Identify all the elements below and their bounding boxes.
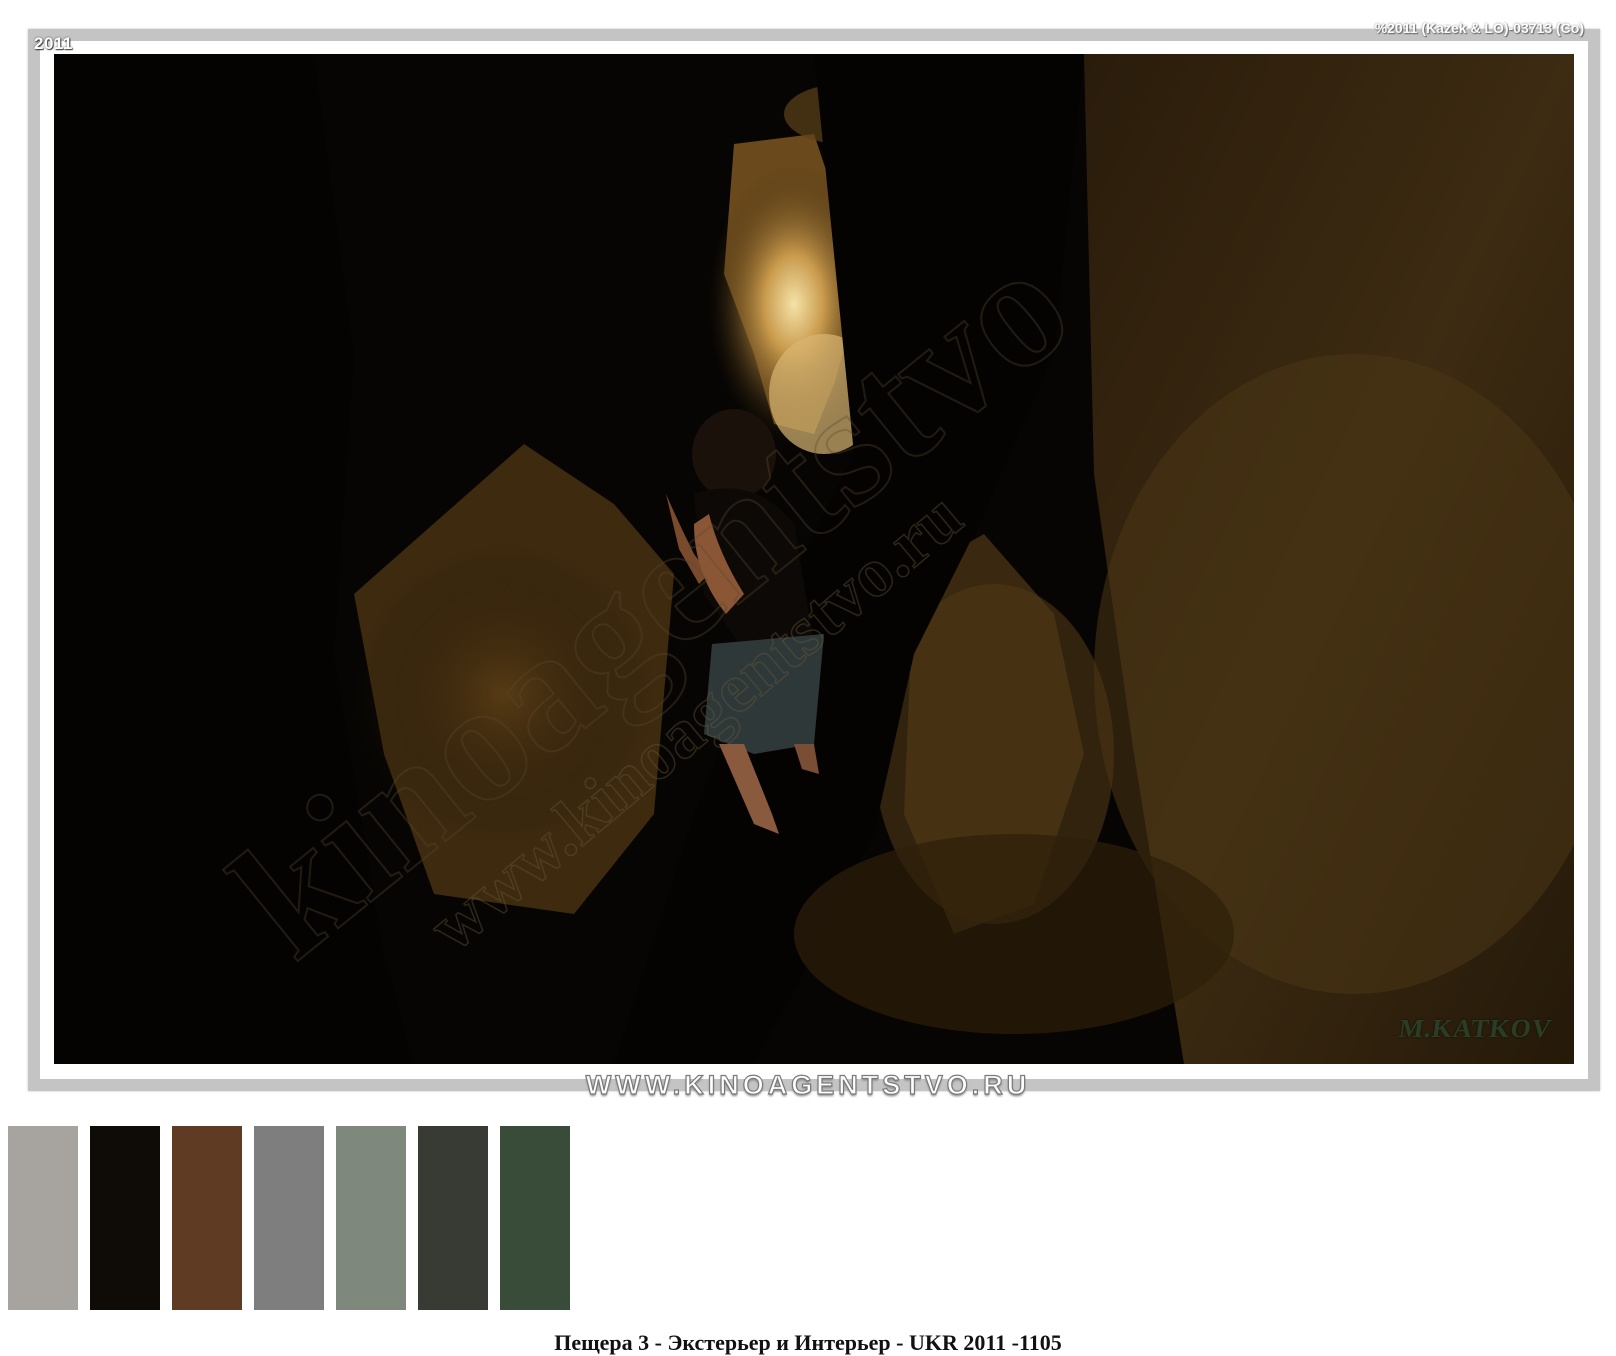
cave-photo-image: kinoagentstvo www.kinoagentstvo.ru bbox=[54, 54, 1574, 1064]
year-tag: 2011 bbox=[34, 34, 73, 53]
palette-swatch-3 bbox=[172, 1126, 242, 1310]
code-tag: %2011 (Kazek & LO)-03713 (Co) bbox=[1374, 20, 1584, 36]
page-caption: Пещера 3 - Экстерьер и Интерьер - UKR 20… bbox=[554, 1330, 1062, 1355]
site-banner[interactable]: WWW.KINOAGENTSTVO.RU bbox=[0, 1069, 1616, 1101]
palette-swatch-6 bbox=[418, 1126, 488, 1310]
photographer-signature: M.KATKOV bbox=[1397, 1014, 1555, 1043]
color-palette bbox=[8, 1126, 570, 1310]
palette-swatch-7 bbox=[500, 1126, 570, 1310]
cave-photo: kinoagentstvo www.kinoagentstvo.ru M.KAT… bbox=[54, 54, 1574, 1064]
palette-swatch-4 bbox=[254, 1126, 324, 1310]
palette-swatch-5 bbox=[336, 1126, 406, 1310]
palette-swatch-2 bbox=[90, 1126, 160, 1310]
palette-swatch-1 bbox=[8, 1126, 78, 1310]
